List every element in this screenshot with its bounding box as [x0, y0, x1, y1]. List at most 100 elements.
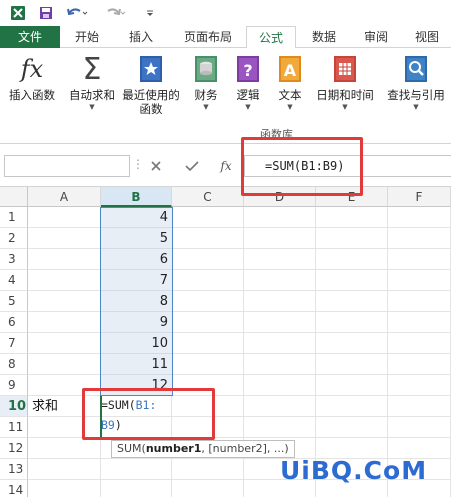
grid-cell[interactable] [316, 417, 388, 438]
grid-cell[interactable] [101, 480, 172, 497]
tab-insert[interactable]: 插入 [116, 26, 166, 48]
tab-review[interactable]: 审阅 [352, 26, 400, 48]
tab-page-layout[interactable]: 页面布局 [172, 26, 244, 48]
financial-button[interactable]: 财务 ▼ [186, 54, 226, 112]
grid-cell[interactable] [28, 354, 101, 375]
grid-cell[interactable] [28, 459, 101, 480]
grid-cell[interactable] [172, 480, 244, 497]
column-header-b[interactable]: B [101, 187, 172, 207]
row-header-10[interactable]: 10 [0, 396, 28, 417]
text-button[interactable]: A 文本 ▼ [270, 54, 310, 112]
row-header-12[interactable]: 12 [0, 438, 28, 459]
row-header-3[interactable]: 3 [0, 249, 28, 270]
grid-cell[interactable] [388, 312, 451, 333]
grid-cell[interactable] [388, 270, 451, 291]
grid-cell[interactable] [172, 228, 244, 249]
grid-cell[interactable] [388, 333, 451, 354]
save-icon[interactable] [36, 3, 56, 23]
logical-button[interactable]: ? 逻辑 ▼ [228, 54, 268, 112]
column-header-f[interactable]: F [388, 187, 451, 207]
grid-cell[interactable] [28, 291, 101, 312]
grid-cell[interactable] [316, 291, 388, 312]
grid-cell[interactable] [388, 375, 451, 396]
row-header-14[interactable]: 14 [0, 480, 28, 497]
grid-cell[interactable] [101, 459, 172, 480]
grid-cell[interactable] [172, 333, 244, 354]
select-all-corner[interactable] [0, 187, 28, 207]
grid-cell[interactable] [316, 333, 388, 354]
sum-label-cell[interactable]: 求和 [32, 395, 58, 414]
grid-cell[interactable] [244, 354, 316, 375]
insert-function-button[interactable]: fx 插入函数 [4, 54, 60, 102]
grid-cell[interactable] [244, 207, 316, 228]
row-header-5[interactable]: 5 [0, 291, 28, 312]
redo-icon[interactable] [102, 3, 128, 23]
tab-view[interactable]: 视图 [404, 26, 450, 48]
grid-cell[interactable] [388, 417, 451, 438]
grid-cell[interactable] [28, 312, 101, 333]
grid-cell[interactable] [172, 249, 244, 270]
grid-cell[interactable] [388, 228, 451, 249]
grid-cell[interactable] [388, 207, 451, 228]
grid-cell[interactable] [244, 312, 316, 333]
date-time-button[interactable]: 日期和时间 ▼ [312, 54, 378, 112]
grid-cell[interactable] [172, 459, 244, 480]
grid-cell[interactable] [316, 396, 388, 417]
name-box[interactable] [4, 155, 130, 177]
worksheet-grid[interactable]: 求和 =SUM(B1: B9) SUM(number1, [number2], … [0, 187, 451, 497]
grid-cell[interactable] [172, 312, 244, 333]
grid-cell[interactable] [388, 354, 451, 375]
column-header-c[interactable]: C [172, 187, 244, 207]
grid-cell[interactable] [316, 207, 388, 228]
row-header-7[interactable]: 7 [0, 333, 28, 354]
grid-cell[interactable] [28, 333, 101, 354]
grid-cell[interactable] [388, 249, 451, 270]
customize-qat-icon[interactable] [144, 3, 156, 23]
grid-cell[interactable] [28, 207, 101, 228]
grid-cell[interactable] [316, 228, 388, 249]
grid-cell[interactable] [388, 396, 451, 417]
lookup-reference-button[interactable]: 查找与引用 ▼ [384, 54, 448, 112]
grid-cell[interactable] [316, 270, 388, 291]
cancel-icon[interactable] [146, 156, 166, 176]
grid-cell[interactable] [28, 480, 101, 497]
row-header-8[interactable]: 8 [0, 354, 28, 375]
row-header-1[interactable]: 1 [0, 207, 28, 228]
grid-cell[interactable] [28, 438, 101, 459]
row-header-2[interactable]: 2 [0, 228, 28, 249]
grid-cell[interactable] [28, 249, 101, 270]
row-header-4[interactable]: 4 [0, 270, 28, 291]
undo-icon[interactable] [64, 3, 90, 23]
grid-cell[interactable] [316, 249, 388, 270]
row-header-13[interactable]: 13 [0, 459, 28, 480]
grid-cell[interactable] [388, 291, 451, 312]
row-header-6[interactable]: 6 [0, 312, 28, 333]
grid-cell[interactable] [244, 291, 316, 312]
grid-cell[interactable] [172, 291, 244, 312]
tab-data[interactable]: 数据 [298, 26, 350, 48]
grid-cell[interactable] [172, 207, 244, 228]
tab-file[interactable]: 文件 [0, 26, 60, 48]
grid-cell[interactable] [28, 228, 101, 249]
tab-home[interactable]: 开始 [62, 26, 112, 48]
grid-cell[interactable] [316, 312, 388, 333]
function-tooltip[interactable]: SUM(number1, [number2], ...) [111, 440, 295, 458]
grid-cell[interactable] [244, 228, 316, 249]
column-header-a[interactable]: A [28, 187, 101, 207]
grid-cell[interactable] [244, 249, 316, 270]
grid-cell[interactable] [28, 270, 101, 291]
grid-cell[interactable] [172, 354, 244, 375]
grid-cell[interactable] [316, 375, 388, 396]
grid-cell[interactable] [244, 333, 316, 354]
tab-formulas[interactable]: 公式 [246, 26, 296, 49]
recently-used-button[interactable]: 最近使用的 函数 [120, 54, 182, 116]
grid-cell[interactable] [244, 417, 316, 438]
grid-cell[interactable] [244, 375, 316, 396]
grid-cell[interactable] [244, 396, 316, 417]
grid-cell[interactable] [172, 270, 244, 291]
grid-cell[interactable] [316, 354, 388, 375]
row-header-9[interactable]: 9 [0, 375, 28, 396]
grid-cell[interactable] [244, 270, 316, 291]
autosum-button[interactable]: Σ 自动求和 ▼ [64, 52, 120, 112]
insert-function-icon[interactable]: fx [216, 156, 236, 176]
